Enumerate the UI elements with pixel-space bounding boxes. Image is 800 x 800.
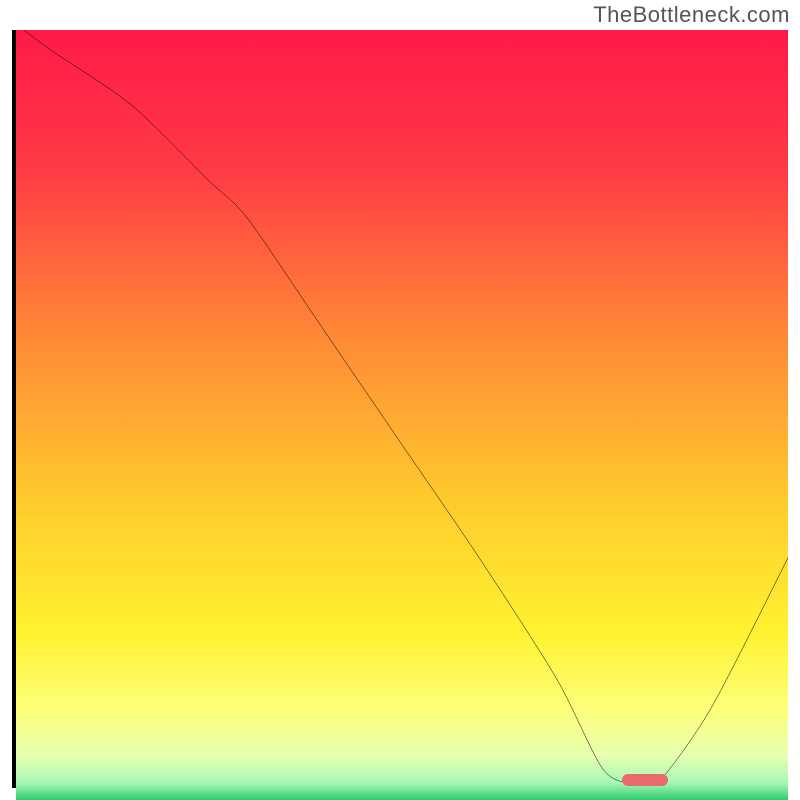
chart-container: TheBottleneck.com [0, 0, 800, 800]
plot-area [12, 30, 788, 788]
optimal-marker [622, 774, 668, 786]
watermark-text: TheBottleneck.com [593, 2, 790, 28]
background-gradient [16, 30, 788, 800]
